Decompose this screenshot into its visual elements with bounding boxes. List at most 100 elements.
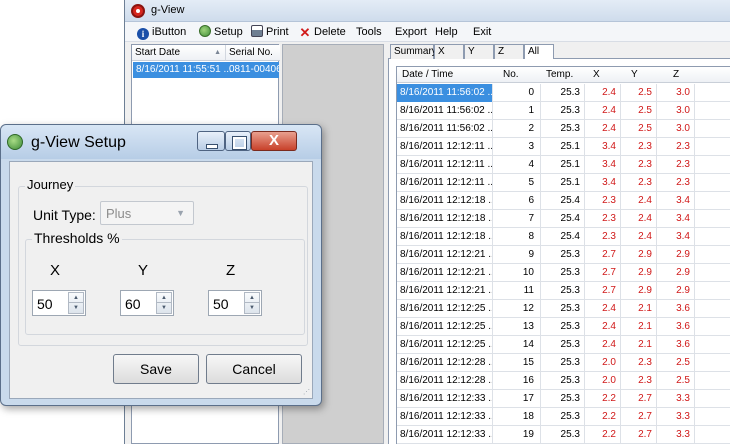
cell-no: 16 xyxy=(493,372,541,390)
cell-no: 4 xyxy=(493,156,541,174)
table-row[interactable]: 8/16/2011 12:12:33 ... 19 25.3 2.2 2.7 3.3 xyxy=(397,426,730,444)
col-temp[interactable]: Temp. xyxy=(546,67,573,83)
spin-up-icon[interactable]: ▲ xyxy=(69,293,83,303)
printer-icon xyxy=(251,25,263,37)
tab-summary[interactable]: Summary xyxy=(390,44,437,59)
table-row[interactable]: 8/16/2011 11:56:02 ... 0 25.3 2.4 2.5 3.0 xyxy=(397,84,730,102)
table-row[interactable]: 8/16/2011 12:12:21 ... 9 25.3 2.7 2.9 2.9 xyxy=(397,246,730,264)
tab-x[interactable]: X xyxy=(434,44,464,59)
cell-z: 2.9 xyxy=(657,282,695,300)
spin-down-icon[interactable]: ▼ xyxy=(245,303,259,313)
cell-no: 7 xyxy=(493,210,541,228)
journey-label: Journey xyxy=(25,177,76,192)
cell-date: 8/16/2011 12:12:28 ... xyxy=(397,372,493,390)
table-row[interactable]: 8/16/2011 12:12:25 ... 13 25.3 2.4 2.1 3.6 xyxy=(397,318,730,336)
table-row[interactable]: 8/16/2011 12:12:33 ... 18 25.3 2.2 2.7 3.3 xyxy=(397,408,730,426)
threshold-z-stepper[interactable]: 50 ▲ ▼ xyxy=(208,290,262,316)
sort-ascending-icon: ▲ xyxy=(214,49,221,56)
table-row[interactable]: 8/16/2011 12:12:11 ... 4 25.1 3.4 2.3 2.3 xyxy=(397,156,730,174)
menu-export[interactable]: Export xyxy=(395,25,427,40)
maximize-button[interactable] xyxy=(225,131,251,151)
cancel-button[interactable]: Cancel xyxy=(206,354,302,384)
menu-tools[interactable]: Tools xyxy=(356,25,382,40)
spin-buttons: ▲ ▼ xyxy=(244,292,260,314)
cell-x: 3.4 xyxy=(585,138,621,156)
main-titlebar[interactable]: g-View xyxy=(125,0,730,22)
table-row[interactable]: 8/16/2011 12:12:21 ... 10 25.3 2.7 2.9 2.9 xyxy=(397,264,730,282)
menu-help[interactable]: Help xyxy=(435,25,458,40)
spin-buttons: ▲ ▼ xyxy=(68,292,84,314)
setup-dialog: g-View Setup X Journey Unit Type: Plus ▼… xyxy=(0,124,322,406)
table-row[interactable]: 8/16/2011 12:12:11 ... 3 25.1 3.4 2.3 2.3 xyxy=(397,138,730,156)
menu-toolbar: i iButton Setup Print ✕ Delete Tools Expor… xyxy=(125,22,730,42)
threshold-x-value: 50 xyxy=(37,296,53,312)
device-row[interactable]: 8/16/2011 11:55:51 ... 0811-00406 xyxy=(133,62,279,78)
cell-y: 2.7 xyxy=(621,426,657,444)
dialog-title: g-View Setup xyxy=(31,134,126,151)
cell-x: 2.7 xyxy=(585,282,621,300)
cell-temp: 25.3 xyxy=(541,372,585,390)
cell-date: 8/16/2011 12:12:11 ... xyxy=(397,156,493,174)
table-row[interactable]: 8/16/2011 12:12:11 ... 5 25.1 3.4 2.3 2.3 xyxy=(397,174,730,192)
minimize-button[interactable] xyxy=(197,131,225,151)
col-z[interactable]: Z xyxy=(673,67,679,83)
menu-delete[interactable]: ✕ Delete xyxy=(299,25,346,40)
spin-up-icon[interactable]: ▲ xyxy=(245,293,259,303)
cell-temp: 25.3 xyxy=(541,120,585,138)
spin-down-icon[interactable]: ▼ xyxy=(69,303,83,313)
tab-all[interactable]: All xyxy=(524,44,554,60)
col-date-time[interactable]: Date / Time xyxy=(402,67,453,83)
start-date-header-label: Start Date xyxy=(135,47,181,58)
tab-y[interactable]: Y xyxy=(464,44,494,59)
table-row[interactable]: 8/16/2011 12:12:28 ... 16 25.3 2.0 2.3 2.5 xyxy=(397,372,730,390)
cell-y: 2.3 xyxy=(621,354,657,372)
menu-exit[interactable]: Exit xyxy=(473,25,491,40)
resize-grip-icon[interactable]: ⋰ xyxy=(303,388,310,396)
close-button[interactable]: X xyxy=(251,131,297,151)
cell-temp: 25.3 xyxy=(541,300,585,318)
threshold-x-label: X xyxy=(50,262,61,279)
col-x[interactable]: X xyxy=(593,67,600,83)
save-button[interactable]: Save xyxy=(113,354,199,384)
column-header-serial[interactable]: Serial No. xyxy=(226,45,280,61)
cell-y: 2.3 xyxy=(621,372,657,390)
spin-up-icon[interactable]: ▲ xyxy=(157,293,171,303)
col-y[interactable]: Y xyxy=(631,67,638,83)
cell-date: 8/16/2011 11:56:02 ... xyxy=(397,84,493,102)
table-row[interactable]: 8/16/2011 12:12:18 ... 6 25.4 2.3 2.4 3.4 xyxy=(397,192,730,210)
table-row[interactable]: 8/16/2011 12:12:18 ... 8 25.4 2.3 2.4 3.4 xyxy=(397,228,730,246)
threshold-x-stepper[interactable]: 50 ▲ ▼ xyxy=(32,290,86,316)
col-no[interactable]: No. xyxy=(503,67,519,83)
menu-setup[interactable]: Setup xyxy=(199,25,243,40)
cell-no: 6 xyxy=(493,192,541,210)
cell-date: 8/16/2011 12:12:11 ... xyxy=(397,138,493,156)
menu-delete-label: Delete xyxy=(314,26,346,38)
cell-y: 2.1 xyxy=(621,336,657,354)
table-row[interactable]: 8/16/2011 12:12:25 ... 12 25.3 2.4 2.1 3.6 xyxy=(397,300,730,318)
table-row[interactable]: 8/16/2011 12:12:33 ... 17 25.3 2.2 2.7 3.3 xyxy=(397,390,730,408)
unit-type-select[interactable]: Plus ▼ xyxy=(100,201,194,225)
journey-group: Journey Unit Type: Plus ▼ Thresholds % X… xyxy=(18,177,308,346)
menu-print[interactable]: Print xyxy=(251,25,289,40)
cell-temp: 25.3 xyxy=(541,408,585,426)
spin-down-icon[interactable]: ▼ xyxy=(157,303,171,313)
table-row[interactable]: 8/16/2011 11:56:02 ... 2 25.3 2.4 2.5 3.0 xyxy=(397,120,730,138)
table-row[interactable]: 8/16/2011 12:12:18 ... 7 25.4 2.3 2.4 3.4 xyxy=(397,210,730,228)
cell-date: 8/16/2011 12:12:18 ... xyxy=(397,210,493,228)
table-row[interactable]: 8/16/2011 12:12:21 ... 11 25.3 2.7 2.9 2.9 xyxy=(397,282,730,300)
unit-type-label: Unit Type: xyxy=(33,207,96,223)
table-row[interactable]: 8/16/2011 11:56:02 ... 1 25.3 2.4 2.5 3.0 xyxy=(397,102,730,120)
dialog-titlebar[interactable]: g-View Setup X xyxy=(1,125,321,159)
cell-no: 17 xyxy=(493,390,541,408)
table-row[interactable]: 8/16/2011 12:12:28 ... 15 25.3 2.0 2.3 2.5 xyxy=(397,354,730,372)
cell-z: 3.3 xyxy=(657,426,695,444)
table-row[interactable]: 8/16/2011 12:12:25 ... 14 25.3 2.4 2.1 3.6 xyxy=(397,336,730,354)
cell-z: 3.4 xyxy=(657,228,695,246)
threshold-y-stepper[interactable]: 60 ▲ ▼ xyxy=(120,290,174,316)
tab-z[interactable]: Z xyxy=(494,44,524,59)
column-header-start-date[interactable]: Start Date ▲ xyxy=(132,45,226,61)
menu-ibutton[interactable]: i iButton xyxy=(137,25,186,40)
cell-z: 2.5 xyxy=(657,354,695,372)
cell-x: 2.4 xyxy=(585,336,621,354)
cell-date: 8/16/2011 12:12:33 ... xyxy=(397,390,493,408)
